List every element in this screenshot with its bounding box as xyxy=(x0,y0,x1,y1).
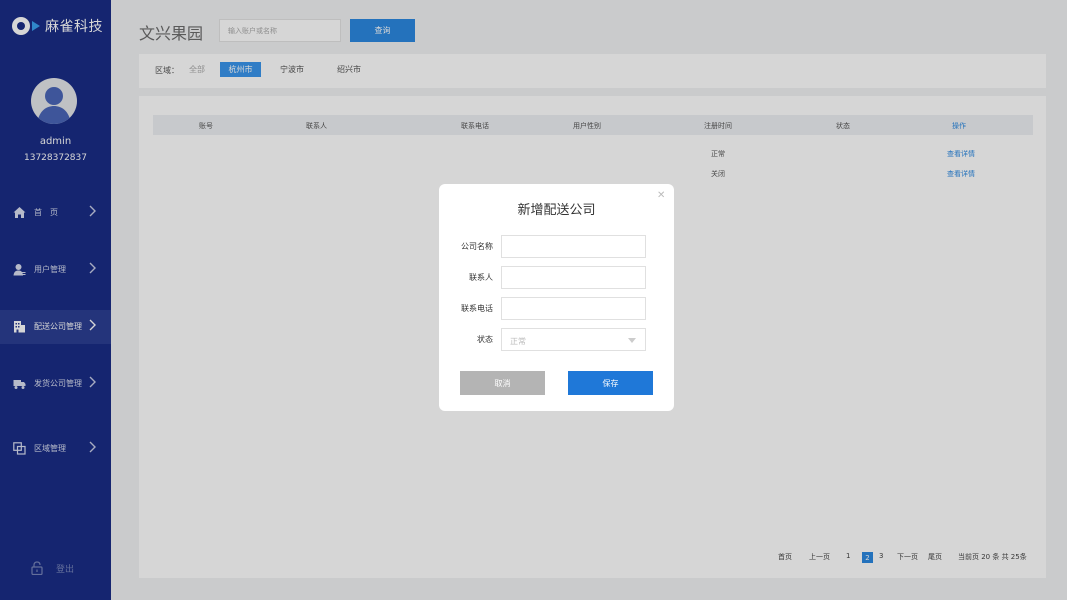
cancel-button[interactable]: 取消 xyxy=(460,371,545,395)
modal-title: 新增配送公司 xyxy=(517,203,596,218)
status-select[interactable]: 正常 xyxy=(501,328,646,351)
contact-input[interactable] xyxy=(501,266,646,289)
save-button[interactable]: 保存 xyxy=(568,371,653,395)
phone-label: 联系电话 xyxy=(461,304,493,313)
status-select-value: 正常 xyxy=(510,337,526,346)
company-name-input[interactable] xyxy=(501,235,646,258)
status-label: 状态 xyxy=(477,335,493,344)
dropdown-arrow-icon xyxy=(628,338,636,343)
company-name-label: 公司名称 xyxy=(461,242,493,251)
phone-input[interactable] xyxy=(501,297,646,320)
contact-label: 联系人 xyxy=(469,273,493,282)
add-delivery-company-modal: ✕ 新增配送公司 公司名称 联系人 联系电话 状态 正常 取消 保存 xyxy=(439,184,674,411)
